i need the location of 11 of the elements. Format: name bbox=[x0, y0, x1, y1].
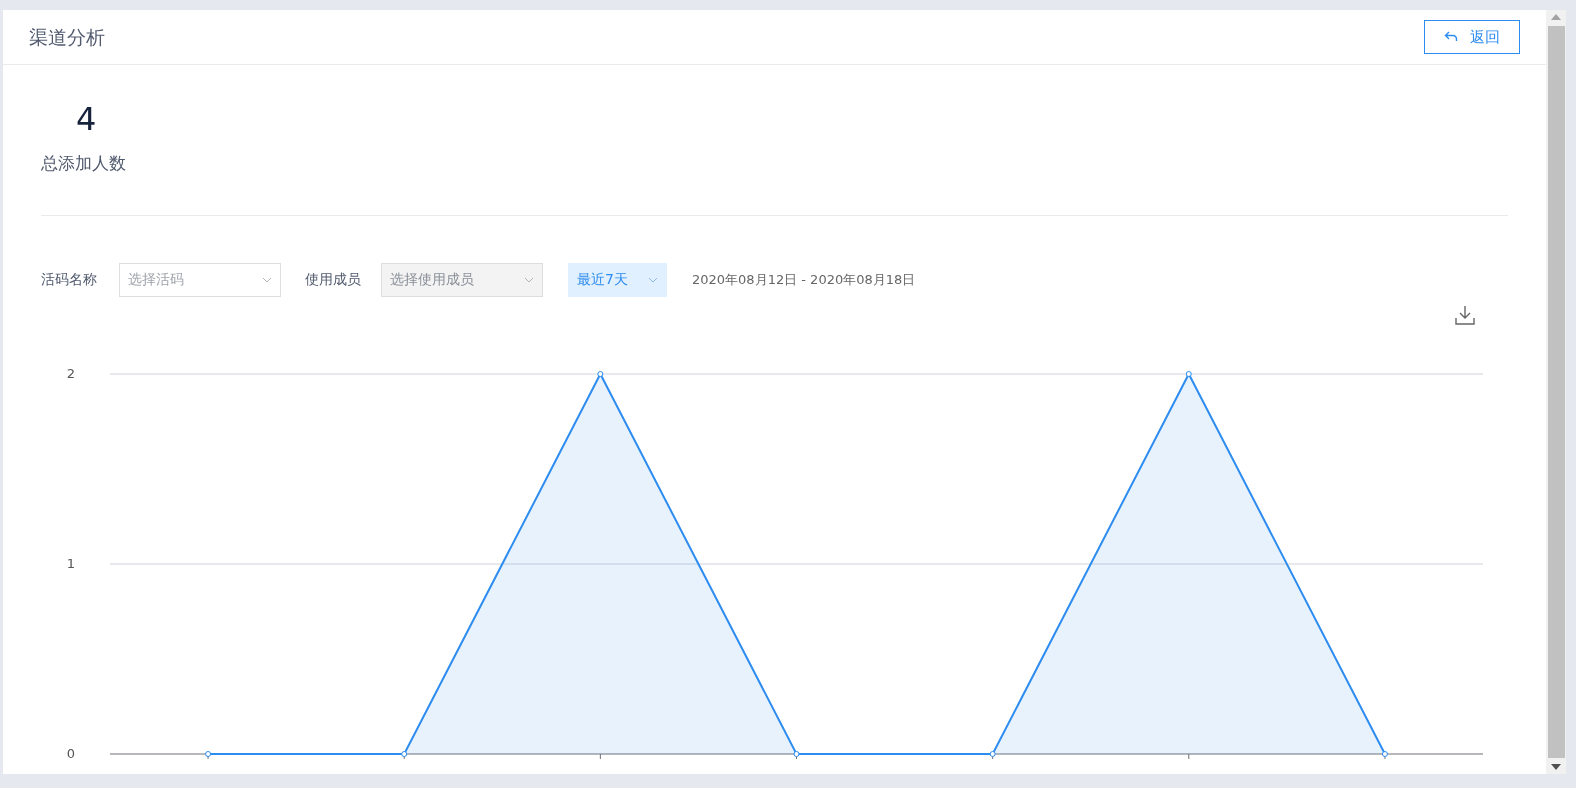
y-tick-label: 0 bbox=[66, 745, 75, 761]
filter-label: 使用成员 bbox=[305, 270, 362, 289]
y-tick-label: 2 bbox=[66, 365, 75, 381]
filter-label: 活码名称 bbox=[41, 270, 98, 289]
page-title: 渠道分析 bbox=[29, 24, 105, 50]
select-placeholder: 选择使用成员 bbox=[390, 270, 474, 289]
y-tick-label: 1 bbox=[66, 555, 75, 571]
select-placeholder: 选择活码 bbox=[128, 270, 184, 289]
date-range-text: 2020年08月12日 - 2020年08月18日 bbox=[692, 270, 916, 289]
stat-label: 总添加人数 bbox=[41, 152, 127, 175]
stat-value: 4 bbox=[75, 99, 98, 139]
